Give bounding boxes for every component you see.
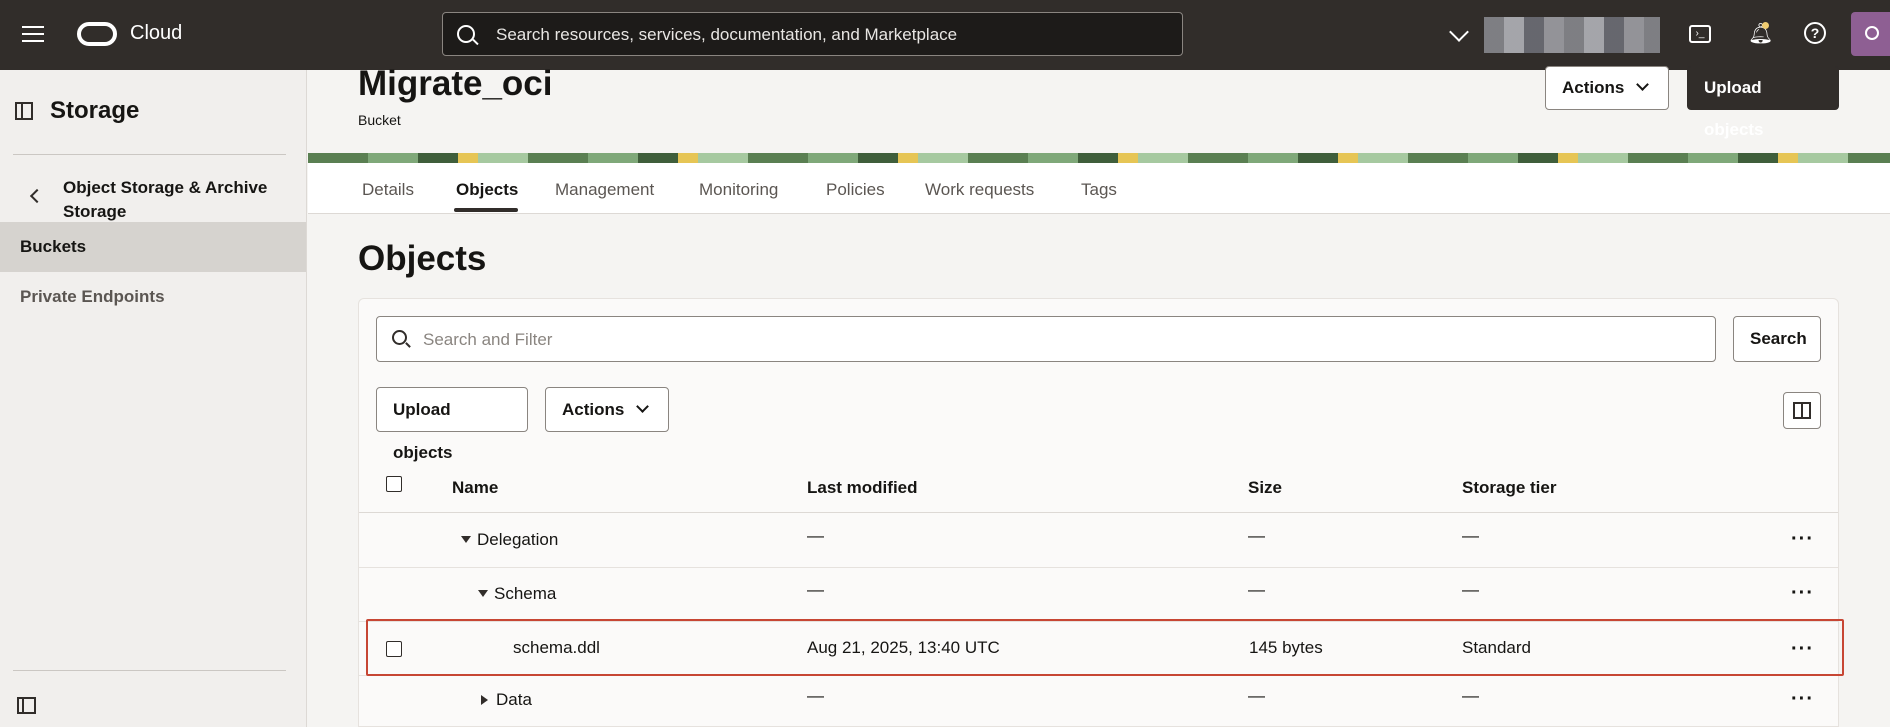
folder-name-cell[interactable]: Data xyxy=(481,690,532,710)
chevron-down-icon xyxy=(636,400,650,413)
tab-management[interactable]: Management xyxy=(555,180,654,200)
table-row: Schema — — — ··· xyxy=(359,568,1838,622)
active-tab-indicator xyxy=(454,208,518,212)
table-row: Delegation — — — ··· xyxy=(359,514,1838,568)
collapse-sidebar-icon[interactable] xyxy=(17,697,36,714)
actions-label: Actions xyxy=(562,400,625,419)
page-subtitle: Bucket xyxy=(358,112,401,128)
row-actions-menu-icon[interactable]: ··· xyxy=(1791,582,1814,605)
tab-work-requests[interactable]: Work requests xyxy=(925,180,1034,200)
brand-label[interactable]: Cloud xyxy=(130,22,182,45)
redacted-region-selector[interactable] xyxy=(1484,17,1660,53)
header-upload-objects-button[interactable]: Upload objects xyxy=(1687,66,1839,139)
tab-monitoring[interactable]: Monitoring xyxy=(699,180,778,200)
header-actions-button[interactable]: Actions xyxy=(1545,66,1669,110)
folder-name-cell[interactable]: Delegation xyxy=(461,530,558,550)
last-modified-cell: — xyxy=(807,526,824,545)
table-header: Name Last modified Size Storage tier xyxy=(359,465,1838,513)
column-header-name[interactable]: Name xyxy=(452,478,498,498)
global-search-input[interactable]: Search resources, services, documentatio… xyxy=(442,12,1183,56)
header-actions-label: Actions xyxy=(1562,78,1625,97)
help-icon[interactable]: ? xyxy=(1804,22,1826,44)
folder-name-cell[interactable]: Schema xyxy=(478,584,556,604)
global-search-placeholder: Search resources, services, documentatio… xyxy=(496,25,958,44)
sidebar-item-buckets[interactable]: Buckets xyxy=(0,222,306,272)
back-chevron-icon[interactable] xyxy=(29,188,45,204)
page-title: Migrate_oci xyxy=(358,64,553,103)
menu-icon[interactable] xyxy=(22,26,44,44)
decorative-banner xyxy=(308,153,1890,163)
search-icon xyxy=(392,330,407,345)
size-cell: — xyxy=(1248,526,1265,545)
search-filter-placeholder: Search and Filter xyxy=(423,330,553,349)
tab-details[interactable]: Details xyxy=(362,180,414,200)
sidebar-divider xyxy=(13,670,286,671)
select-all-checkbox[interactable] xyxy=(386,476,402,492)
storage-tier-cell: — xyxy=(1462,686,1479,705)
sidebar-item-private-endpoints[interactable]: Private Endpoints xyxy=(0,272,306,322)
expand-caret-icon[interactable] xyxy=(478,590,488,597)
profile-avatar[interactable] xyxy=(1851,12,1890,56)
top-bar: Cloud Search resources, services, docume… xyxy=(0,0,1890,70)
sidebar-title: Storage xyxy=(50,97,140,124)
last-modified-cell: — xyxy=(807,686,824,705)
sidebar: Storage Object Storage & Archive Storage… xyxy=(0,70,307,727)
sidebar-divider xyxy=(13,154,286,155)
search-filter-input[interactable]: Search and Filter xyxy=(376,316,1716,362)
oracle-logo-icon[interactable] xyxy=(77,22,117,46)
search-icon xyxy=(457,25,475,43)
search-button[interactable]: Search xyxy=(1733,316,1821,362)
column-layout-toggle-icon[interactable] xyxy=(1783,392,1821,429)
column-header-storage-tier[interactable]: Storage tier xyxy=(1462,478,1556,498)
storage-tier-cell: — xyxy=(1462,580,1479,599)
tab-policies[interactable]: Policies xyxy=(826,180,885,200)
table-row: Data — — — ··· xyxy=(359,676,1838,727)
last-modified-cell: — xyxy=(807,580,824,599)
column-header-size[interactable]: Size xyxy=(1248,478,1282,498)
chevron-down-icon xyxy=(1636,78,1650,91)
collapse-caret-icon[interactable] xyxy=(481,695,488,705)
row-actions-menu-icon[interactable]: ··· xyxy=(1791,688,1814,711)
tab-bar: Details Objects Management Monitoring Po… xyxy=(308,163,1890,214)
tab-objects[interactable]: Objects xyxy=(456,180,518,200)
expand-caret-icon[interactable] xyxy=(461,536,471,543)
storage-tier-cell: — xyxy=(1462,526,1479,545)
upload-objects-button[interactable]: Upload objects xyxy=(376,387,528,462)
size-cell: — xyxy=(1248,580,1265,599)
developer-tools-icon[interactable]: ›_ xyxy=(1689,25,1711,43)
actions-button[interactable]: Actions xyxy=(545,387,669,432)
storage-icon xyxy=(15,102,33,120)
notification-badge xyxy=(1762,22,1769,29)
section-title: Objects xyxy=(358,239,487,278)
row-actions-menu-icon[interactable]: ··· xyxy=(1791,528,1814,551)
sidebar-parent-link[interactable]: Object Storage & Archive Storage xyxy=(63,176,293,224)
region-chevron-down-icon[interactable] xyxy=(1449,22,1469,42)
selected-row-highlight xyxy=(366,619,1844,676)
size-cell: — xyxy=(1248,686,1265,705)
tab-tags[interactable]: Tags xyxy=(1081,180,1117,200)
column-header-last-modified[interactable]: Last modified xyxy=(807,478,918,498)
